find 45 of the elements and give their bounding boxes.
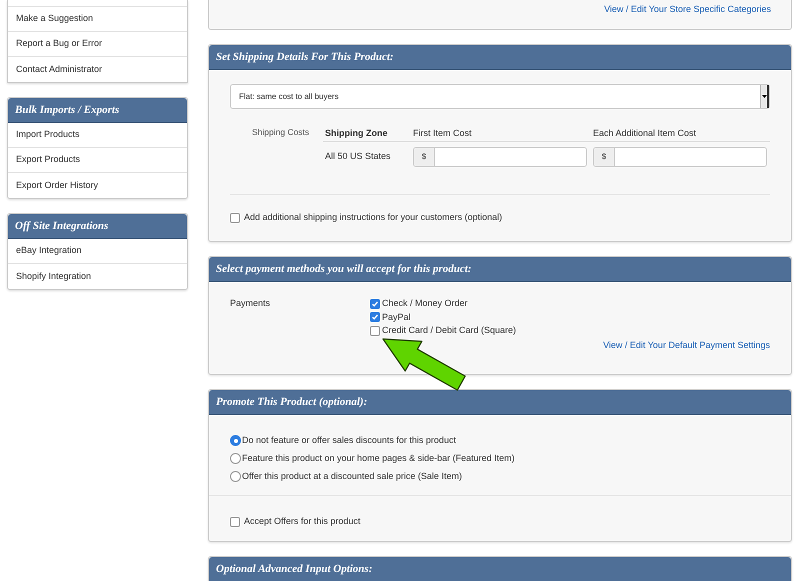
sidebar-item[interactable]: Export Products [8, 148, 187, 173]
select-value: Flat: same cost to all buyers [239, 90, 339, 102]
checkbox-label: Credit Card / Debit Card (Square) [382, 324, 516, 337]
panel-header: Set Shipping Details For This Product: [209, 45, 791, 70]
currency-label: $ [594, 148, 615, 166]
checkbox[interactable] [370, 312, 380, 322]
checkbox[interactable] [370, 326, 380, 336]
checkbox-label: Accept Offers for this product [244, 514, 360, 528]
radio-label: Feature this product on your home pages & side-bar (Featured Item) [242, 452, 515, 465]
shipping-method-select[interactable]: Flat: same cost to all buyers [230, 84, 770, 109]
radio-button[interactable] [230, 453, 241, 464]
price-field[interactable]: $ [413, 147, 587, 167]
checkbox[interactable] [370, 298, 380, 309]
sidebar-item[interactable]: Shopify Integration [8, 264, 187, 289]
sidebar-item[interactable]: Export Order History [8, 173, 187, 198]
price-field[interactable]: $ [593, 147, 767, 167]
checkbox-label: PayPal [382, 310, 411, 324]
checkbox[interactable] [230, 516, 240, 526]
radio-button[interactable] [230, 471, 241, 482]
payment-settings-link[interactable]: View / Edit Your Default Payment Settings [603, 338, 770, 352]
panel-header: Select payment methods you will accept for this product: [209, 257, 791, 282]
sidebar-item[interactable]: Make a Suggestion [8, 7, 187, 32]
field-label: Shipping Costs [251, 126, 310, 139]
sidebar-item[interactable]: Contact Administrator [8, 57, 187, 82]
sidebar-item[interactable]: Report a Bug or Error [8, 32, 187, 57]
currency-label: $ [414, 148, 435, 166]
sidebar-item[interactable]: eBay Integration [8, 239, 187, 264]
panel-header: Off Site Integrations [8, 214, 187, 239]
column-header: First Item Cost [413, 126, 473, 140]
checkbox-label: Add additional shipping instructions for your customers (optional) [244, 211, 502, 224]
sidebar-item[interactable]: Import Products [8, 123, 187, 148]
panel-header: Promote This Product (optional): [209, 390, 791, 415]
caret-icon [760, 85, 769, 108]
radio-label: Do not feature or offer sales discounts for this product [242, 434, 456, 447]
table-cell-text: All 50 US States [324, 150, 392, 164]
radio-button[interactable] [230, 435, 241, 446]
categories-link[interactable]: View / Edit Your Store Specific Categories [604, 3, 771, 16]
column-header: Shipping Zone [324, 126, 388, 140]
column-header: Each Additional Item Cost [593, 126, 698, 140]
checkbox-label: Check / Money Order [382, 297, 468, 310]
panel-header: Bulk Imports / Exports [8, 98, 187, 123]
radio-label: Offer this product at a discounted sale price (Sale Item) [242, 470, 462, 483]
field-label: Payments [230, 297, 272, 310]
checkbox[interactable] [230, 213, 240, 223]
panel-header: Optional Advanced Input Options: [209, 557, 791, 581]
